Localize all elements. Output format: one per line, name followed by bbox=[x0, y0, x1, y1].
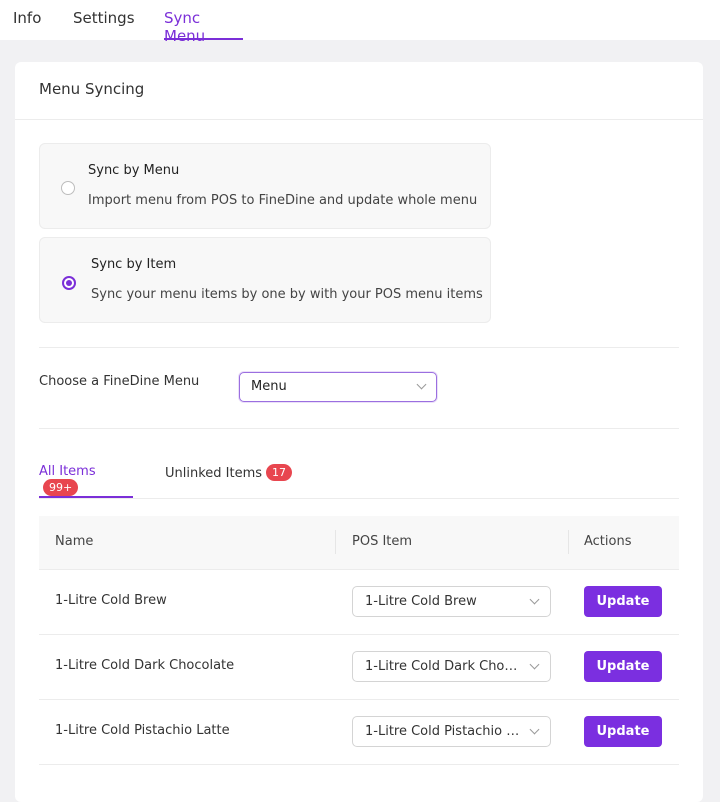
unlinked-items-count-badge: 17 bbox=[266, 464, 293, 481]
finedine-menu-select[interactable]: Menu bbox=[239, 372, 437, 402]
update-button[interactable]: Update bbox=[584, 651, 662, 682]
chevron-down-icon bbox=[529, 594, 540, 605]
column-header-pos-item: POS Item bbox=[352, 534, 413, 549]
pos-item-value: 1-Litre Cold Dark Chocolate bbox=[365, 659, 523, 674]
tab-all-items-label: All Items bbox=[39, 464, 96, 479]
sync-by-menu-title: Sync by Menu bbox=[88, 163, 180, 178]
card-title: Menu Syncing bbox=[39, 80, 145, 98]
tab-unlinked-items[interactable]: Unlinked Items 17 bbox=[165, 464, 293, 498]
sync-by-item-title: Sync by Item bbox=[91, 257, 177, 272]
sync-by-menu-description: Import menu from POS to FineDine and upd… bbox=[88, 193, 478, 208]
table-row: 1-Litre Cold Pistachio Latte 1-Litre Col… bbox=[39, 700, 679, 765]
tab-unlinked-items-label: Unlinked Items bbox=[165, 466, 263, 481]
tab-settings[interactable]: Settings bbox=[73, 0, 135, 40]
card-header: Menu Syncing bbox=[15, 62, 703, 120]
top-nav: Info Settings Sync Menu bbox=[0, 0, 720, 45]
tab-info[interactable]: Info bbox=[13, 0, 41, 40]
tab-sync-menu[interactable]: Sync Menu bbox=[164, 0, 243, 45]
sync-by-item-radio[interactable] bbox=[62, 276, 76, 290]
item-name: 1-Litre Cold Brew bbox=[55, 593, 167, 608]
finedine-menu-value: Menu bbox=[251, 379, 287, 394]
table-row: 1-Litre Cold Brew 1-Litre Cold Brew Upda… bbox=[39, 570, 679, 635]
divider bbox=[39, 347, 679, 348]
column-header-name: Name bbox=[55, 534, 94, 549]
sync-by-item-option[interactable]: Sync by Item Sync your menu items by one… bbox=[39, 237, 491, 323]
pos-item-value: 1-Litre Cold Pistachio Latte bbox=[365, 724, 523, 739]
divider bbox=[39, 428, 679, 429]
update-button[interactable]: Update bbox=[584, 716, 662, 747]
chevron-down-icon bbox=[416, 379, 427, 390]
item-name: 1-Litre Cold Pistachio Latte bbox=[55, 723, 230, 738]
choose-menu-label: Choose a FineDine Menu bbox=[39, 374, 200, 389]
pos-item-select[interactable]: 1-Litre Cold Dark Chocolate bbox=[352, 651, 551, 682]
table-row: 1-Litre Cold Dark Chocolate 1-Litre Cold… bbox=[39, 635, 679, 700]
sync-by-menu-option[interactable]: Sync by Menu Import menu from POS to Fin… bbox=[39, 143, 491, 229]
column-header-actions: Actions bbox=[584, 534, 632, 549]
item-name: 1-Litre Cold Dark Chocolate bbox=[55, 658, 235, 673]
column-separator bbox=[568, 530, 569, 554]
sync-by-menu-radio[interactable] bbox=[61, 181, 75, 195]
divider bbox=[39, 498, 679, 499]
tab-all-items[interactable]: All Items99+ bbox=[39, 464, 133, 498]
chevron-down-icon bbox=[529, 659, 540, 670]
chevron-down-icon bbox=[529, 724, 540, 735]
pos-item-value: 1-Litre Cold Brew bbox=[365, 594, 477, 609]
update-button[interactable]: Update bbox=[584, 586, 662, 617]
column-separator bbox=[335, 530, 336, 554]
all-items-count-badge: 99+ bbox=[43, 479, 79, 496]
pos-item-select[interactable]: 1-Litre Cold Brew bbox=[352, 586, 551, 617]
sync-by-item-description: Sync your menu items by one by with your… bbox=[91, 287, 483, 302]
pos-item-select[interactable]: 1-Litre Cold Pistachio Latte bbox=[352, 716, 551, 747]
menu-syncing-card: Menu Syncing Sync by Menu Import menu fr… bbox=[15, 62, 703, 802]
table-header: Name POS Item Actions bbox=[39, 516, 679, 570]
